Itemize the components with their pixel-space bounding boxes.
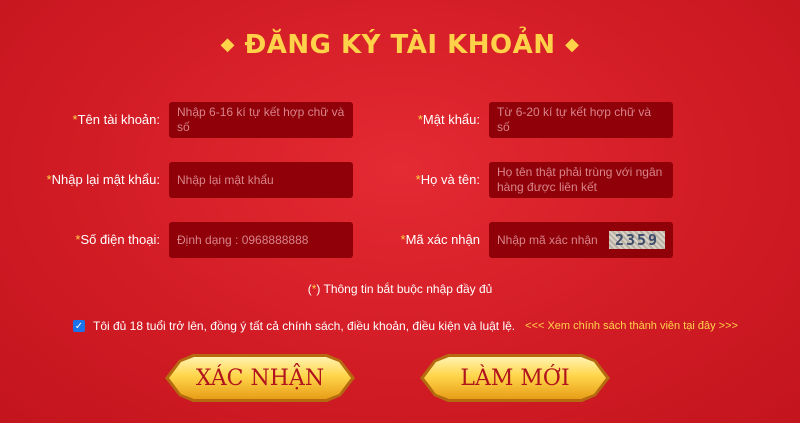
agreement-row: ✓ Tôi đủ 18 tuổi trở lên, đồng ý tất cả … — [73, 319, 738, 333]
username-placeholder: Nhập 6-16 kí tự kết hợp chữ và số — [177, 105, 345, 134]
diamond-left-icon: ◆ — [220, 34, 235, 55]
agreement-checkbox[interactable]: ✓ — [73, 320, 85, 332]
reset-button-label: LÀM MỚI — [460, 365, 570, 391]
password-label: *Mật khẩu: — [330, 112, 480, 127]
username-label-text: Tên tài khoản: — [77, 112, 160, 127]
confirm-password-label: *Nhập lại mật khẩu: — [10, 172, 160, 187]
captcha-field[interactable]: Nhập mã xác nhận 2359 — [489, 222, 673, 258]
username-label: *Tên tài khoản: — [10, 112, 160, 127]
password-field[interactable]: Từ 6-20 kí tự kết hợp chữ và số — [489, 102, 673, 138]
reset-button[interactable]: LÀM MỚI — [420, 352, 610, 404]
note-paren-close: ) — [316, 282, 321, 296]
required-note: (*) Thông tin bắt buộc nhập đầy đủ — [0, 282, 800, 296]
page-title: ◆ ĐĂNG KÝ TÀI KHOẢN ◆ — [0, 30, 800, 60]
confirm-password-placeholder: Nhập lại mật khẩu — [177, 172, 274, 187]
confirm-button-label: XÁC NHẬN — [195, 365, 325, 391]
phone-label: *Số điện thoại: — [10, 232, 160, 247]
confirm-password-field[interactable]: Nhập lại mật khẩu — [169, 162, 353, 198]
username-field[interactable]: Nhập 6-16 kí tự kết hợp chữ và số — [169, 102, 353, 138]
policy-link[interactable]: <<< Xem chính sách thành viên tại đây >>… — [525, 320, 738, 332]
full-name-label: *Họ và tên: — [330, 172, 480, 187]
agreement-text: Tôi đủ 18 tuổi trở lên, đồng ý tất cả ch… — [93, 319, 516, 333]
full-name-label-text: Họ và tên: — [420, 172, 480, 187]
confirm-password-label-text: Nhập lại mật khẩu: — [51, 172, 160, 187]
password-label-text: Mật khẩu: — [422, 112, 480, 127]
full-name-placeholder: Họ tên thật phải trùng với ngân hàng đượ… — [497, 165, 663, 194]
captcha-placeholder: Nhập mã xác nhận — [497, 232, 598, 247]
password-placeholder: Từ 6-20 kí tự kết hợp chữ và số — [497, 105, 652, 134]
confirm-button[interactable]: XÁC NHẬN — [165, 352, 355, 404]
captcha-image[interactable]: 2359 — [609, 231, 665, 249]
captcha-label: *Mã xác nhận — [330, 232, 481, 247]
full-name-field[interactable]: Họ tên thật phải trùng với ngân hàng đượ… — [489, 162, 673, 198]
phone-label-text: Số điện thoại: — [80, 232, 160, 247]
phone-field[interactable]: Định dạng : 0968888888 — [169, 222, 353, 258]
required-note-text: Thông tin bắt buộc nhập đầy đủ — [323, 282, 493, 296]
diamond-right-icon: ◆ — [565, 34, 580, 55]
phone-placeholder: Định dạng : 0968888888 — [177, 232, 309, 247]
page-title-text: ĐĂNG KÝ TÀI KHOẢN — [244, 30, 556, 60]
captcha-label-text: Mã xác nhận — [405, 232, 480, 247]
